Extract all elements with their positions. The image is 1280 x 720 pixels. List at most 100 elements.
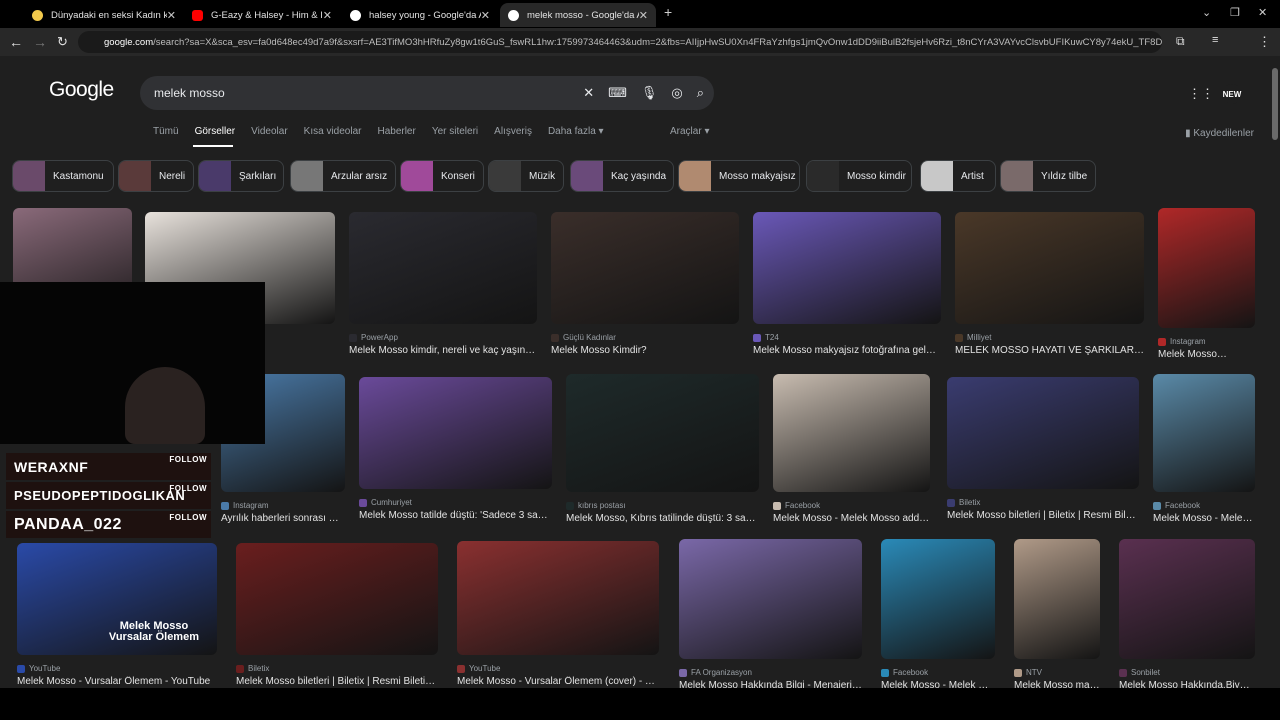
kebab-menu-icon[interactable]: ⋮ [1258,34,1271,50]
result-source[interactable]: Milliyet [955,333,1144,342]
result-source[interactable]: FA Organizasyon [679,668,862,677]
result-image[interactable] [881,539,995,659]
browser-tab[interactable]: halsey young - Google'da Ara ✕ [342,3,498,27]
result-caption[interactable]: Melek Mosso - Mele… [1153,513,1255,524]
result-caption[interactable]: Melek Mosso, Kıbrıs tatilinde düştü: 3 s… [566,513,759,524]
result-source[interactable]: PowerApp [349,333,537,342]
result-source[interactable]: kıbrıs postası [566,501,759,510]
media-control-icon[interactable]: ≡ [1212,34,1218,46]
tab-more[interactable]: Daha fazla ▾ [548,126,604,137]
result-image[interactable] [349,212,537,324]
chip-yıldız-tilbe[interactable]: Yıldız tilbe [1000,160,1096,192]
camera-lens-icon[interactable]: ◎ [671,85,682,101]
forward-arrow-icon[interactable]: → [33,34,47,50]
tools-button[interactable]: Araçlar ▾ [670,126,709,137]
result-image[interactable] [457,541,659,655]
result-caption[interactable]: Melek Mosso biletleri | Biletix | Resmi … [236,676,438,687]
microphone-icon[interactable]: 🎙 [641,85,658,101]
search-box[interactable]: melek mosso ✕ ⌨ 🎙 ◎ ⌕ [140,76,714,110]
profile-avatar[interactable]: NEW [1222,84,1242,104]
result-source[interactable]: Instagram [1158,337,1255,346]
result-caption[interactable]: MELEK MOSSO HAYATI VE ŞARKILARI… [955,345,1144,356]
chip-kastamonu[interactable]: Kastamonu [12,160,114,192]
tab-videos[interactable]: Videolar [251,126,288,137]
result-image[interactable]: Melek Mosso Vursalar Ölemem [17,543,217,655]
chip-mosso-kimdir[interactable]: Mosso kimdir [806,160,912,192]
chip-arzular-arsız[interactable]: Arzular arsız [290,160,396,192]
address-bar[interactable]: google.com/search?sa=X&sca_esv=fa0d648ec… [78,31,1162,53]
search-icon[interactable]: ⌕ [697,85,704,101]
result-source[interactable]: T24 [753,333,941,342]
result-caption[interactable]: Melek Mosso makyajsız fotoğrafına gele… [753,345,941,356]
result-image[interactable] [1119,539,1255,659]
result-source[interactable]: Cumhuriyet [359,498,552,507]
close-window-icon[interactable]: ✕ [1258,6,1267,19]
chip-müzik[interactable]: Müzik [488,160,564,192]
tab-all[interactable]: Tümü [153,126,179,137]
new-tab-button[interactable]: + [664,4,672,20]
tab-images[interactable]: Görseller [195,126,236,137]
result-source[interactable]: YouTube [457,664,659,673]
result-source[interactable]: Facebook [773,501,930,510]
result-source[interactable]: Facebook [1153,501,1255,510]
tab-search-icon[interactable]: ⌄ [1202,6,1211,19]
result-source[interactable]: NTV [1014,668,1100,677]
chip-mosso-makyajsız[interactable]: Mosso makyajsız [678,160,800,192]
apps-grid-icon[interactable]: ⋮⋮ [1188,86,1214,102]
chip-artist[interactable]: Artist [920,160,996,192]
tab-places[interactable]: Yer siteleri [432,126,478,137]
result-source[interactable]: Facebook [881,668,995,677]
chip-şarkıları[interactable]: Şarkıları [198,160,284,192]
result-image[interactable] [566,374,759,492]
result-image[interactable] [947,377,1139,489]
result-image[interactable] [1014,539,1100,659]
result-image[interactable] [236,543,438,655]
close-tab-icon[interactable]: ✕ [639,9,648,22]
result-image[interactable] [955,212,1144,324]
clear-icon[interactable]: ✕ [583,85,594,101]
result-source[interactable]: Biletix [947,498,1139,507]
page-scrollbar[interactable] [1270,56,1280,688]
saved-button[interactable]: ▮ Kaydedilenler [1185,128,1254,139]
result-image[interactable] [773,374,930,492]
result-caption[interactable]: Melek Mosso - Vursalar Ölemem (cover) - … [457,676,659,687]
result-image[interactable] [551,212,739,324]
close-tab-icon[interactable]: ✕ [481,9,490,22]
result-source[interactable]: Instagram [221,501,345,510]
chip-konseri[interactable]: Konseri [400,160,484,192]
result-image[interactable] [359,377,552,489]
result-caption[interactable]: Ayrılık haberleri sonrası … [221,513,345,524]
result-caption[interactable]: Melek Mosso - Vursalar Ölemem - YouTube [17,676,217,687]
result-caption[interactable]: Melek Mosso biletleri | Biletix | Resmi … [947,510,1139,521]
result-image[interactable] [753,212,941,324]
chip-nereli[interactable]: Nereli [118,160,194,192]
result-caption[interactable]: Melek Mosso - Melek Mosso add… [773,513,930,524]
tab-short-videos[interactable]: Kısa videolar [304,126,362,137]
result-source[interactable]: Güçlü Kadınlar [551,333,739,342]
back-arrow-icon[interactable]: ← [9,34,23,50]
reload-icon[interactable]: ↻ [57,34,68,50]
tab-news[interactable]: Haberler [377,126,415,137]
close-tab-icon[interactable]: ✕ [167,9,176,22]
keyboard-icon[interactable]: ⌨ [608,85,627,101]
result-source[interactable]: YouTube [17,664,217,673]
close-tab-icon[interactable]: ✕ [323,9,332,22]
puzzle-icon[interactable]: ⧉ [1176,34,1185,49]
chip-kaç-yaşında[interactable]: Kaç yaşında [570,160,674,192]
result-caption[interactable]: Melek Mosso Kimdir? [551,345,739,356]
tab-shopping[interactable]: Alışveriş [494,126,532,137]
result-caption[interactable]: Melek Mosso… [1158,349,1255,360]
result-image[interactable] [1158,208,1255,328]
result-source[interactable]: Sonbilet [1119,668,1255,677]
result-image[interactable] [1153,374,1255,492]
restore-window-icon[interactable]: ❐ [1230,6,1240,19]
scrollbar-thumb[interactable] [1272,68,1278,140]
result-caption[interactable]: Melek Mosso kimdir, nereli ve kaç yaşın… [349,345,537,356]
search-input[interactable]: melek mosso [154,86,225,100]
result-caption[interactable]: Melek Mosso tatilde düştü: 'Sadece 3 san… [359,510,552,521]
result-source[interactable]: Biletix [236,664,438,673]
browser-tab[interactable]: Dünyadaki en seksi Kadın kim · ✕ [24,3,184,27]
google-logo[interactable]: Google [49,78,114,102]
browser-tab-active[interactable]: melek mosso - Google'da Ara ✕ [500,3,656,27]
browser-tab[interactable]: G-Eazy & Halsey - Him & I ✕ [184,3,340,27]
